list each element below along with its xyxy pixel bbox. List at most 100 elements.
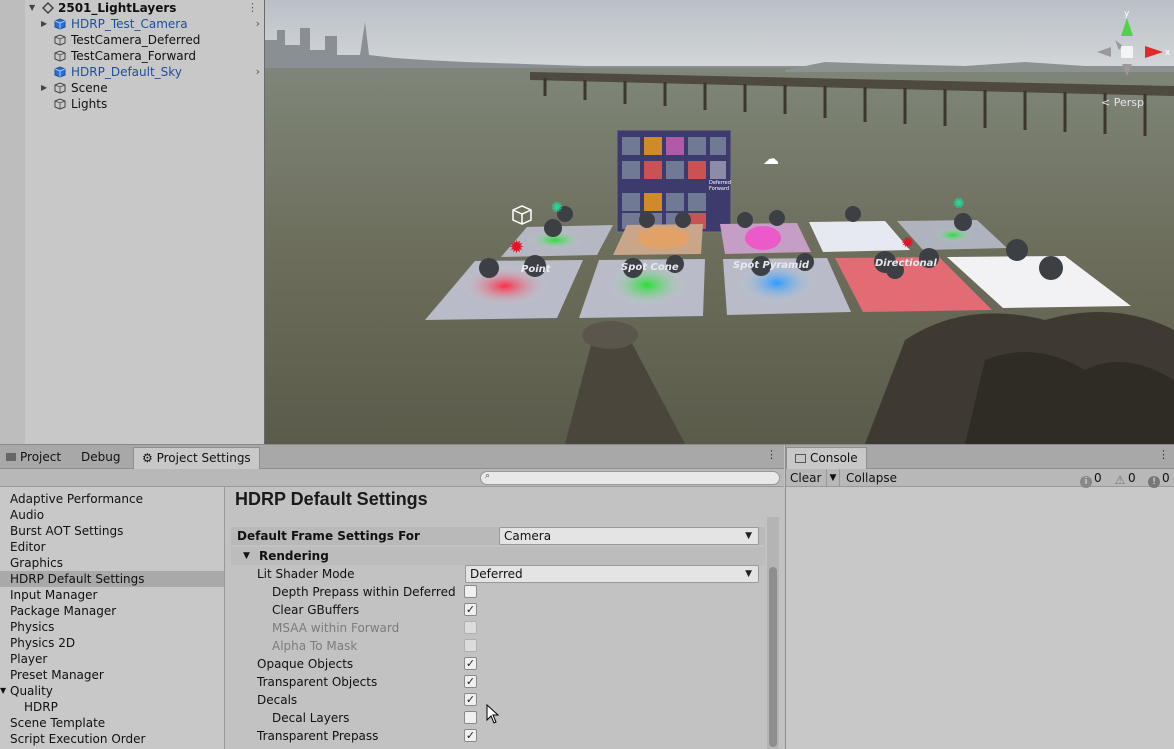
board-small-forward: Forward xyxy=(709,186,729,192)
option-checkbox[interactable] xyxy=(464,711,477,724)
tab-project[interactable]: Project xyxy=(0,447,69,469)
option-checkbox[interactable]: ✓ xyxy=(464,657,477,670)
option-label: Alpha To Mask xyxy=(272,639,358,653)
option-label: Decal Layers xyxy=(272,711,350,725)
settings-nav-item[interactable]: Physics xyxy=(0,619,224,635)
lit-shader-mode-dropdown[interactable]: Deferred ▼ xyxy=(465,565,759,583)
settings-nav-item[interactable]: Physics 2D xyxy=(0,635,224,651)
settings-nav-item[interactable]: Adaptive Performance xyxy=(0,491,224,507)
prefab-cube-icon xyxy=(54,18,66,30)
settings-search-row: ⌕ xyxy=(0,469,784,487)
gameobject-cube-icon xyxy=(54,98,66,110)
settings-nav-item[interactable]: Audio xyxy=(0,507,224,523)
lit-shader-mode-value: Deferred xyxy=(470,567,523,581)
folder-icon xyxy=(6,453,16,461)
option-checkbox[interactable] xyxy=(464,585,477,598)
hierarchy-item-label: TestCamera_Forward xyxy=(71,49,196,63)
settings-nav-label: Player xyxy=(10,652,48,666)
console-tabbar: Console ⋮ xyxy=(786,445,1174,469)
scene-header-row[interactable]: ▼ 2501_LightLayers ⋮ xyxy=(0,0,264,16)
option-checkbox[interactable]: ✓ xyxy=(464,603,477,616)
settings-nav-item[interactable]: Input Manager xyxy=(0,587,224,603)
clear-options-dropdown[interactable]: ▼ xyxy=(826,469,840,487)
warning-count: 0 xyxy=(1128,471,1136,485)
expand-arrow-icon[interactable]: ▶ xyxy=(41,16,47,32)
expand-arrow-icon[interactable]: ▶ xyxy=(41,80,47,96)
collapse-arrow-icon: ▼ xyxy=(243,551,250,561)
scene-viewport[interactable]: ✹ ✺ ✺ ✹ ☁ Point Spot Cone Spot Pyramid D… xyxy=(265,0,1174,444)
settings-nav-item[interactable]: Scene Template xyxy=(0,715,224,731)
unity-scene-icon xyxy=(42,2,54,14)
tab-debug[interactable]: Debug xyxy=(73,447,128,469)
settings-nav-label: Script Execution Order xyxy=(10,732,146,746)
board-label-spot-cone: Spot Cone xyxy=(621,262,679,273)
section-rendering[interactable]: ▼ Rendering xyxy=(231,547,765,565)
clear-button[interactable]: Clear xyxy=(790,469,821,487)
settings-nav-item[interactable]: HDRP Default Settings xyxy=(0,571,224,587)
hierarchy-item[interactable]: TestCamera_Forward xyxy=(25,48,264,64)
persp-label[interactable]: < Persp xyxy=(1101,96,1144,109)
settings-menu-icon[interactable]: ⋮ xyxy=(766,448,777,461)
hierarchy-item-label: HDRP_Test_Camera xyxy=(71,17,188,31)
svg-text:✹: ✹ xyxy=(901,233,914,252)
frame-settings-value: Camera xyxy=(504,529,552,543)
console-icon xyxy=(795,454,806,463)
expand-arrow-icon[interactable]: ▼ xyxy=(29,0,35,16)
settings-nav-item[interactable]: Graphics xyxy=(0,555,224,571)
settings-nav-label: HDRP xyxy=(24,700,58,714)
settings-tabbar: Project Debug ⚙ Project Settings ⋮ xyxy=(0,445,784,469)
settings-nav-label: Quality xyxy=(10,684,53,698)
scrollbar-thumb[interactable] xyxy=(769,567,777,747)
settings-nav-label: Graphics xyxy=(10,556,63,570)
settings-nav-item[interactable]: HDRP xyxy=(0,699,224,715)
warning-icon: ⚠ xyxy=(1114,473,1126,487)
hierarchy-item[interactable]: Lights xyxy=(25,96,264,112)
tab-project-settings[interactable]: ⚙ Project Settings xyxy=(133,447,260,469)
svg-text:✹: ✹ xyxy=(509,237,524,258)
hierarchy-item[interactable]: ▶ Scene xyxy=(25,80,264,96)
info-icon: i xyxy=(1080,476,1092,488)
frame-settings-label: Default Frame Settings For xyxy=(237,529,420,543)
hierarchy-item[interactable]: ▶ HDRP_Test_Camera › xyxy=(25,16,264,32)
chevron-right-icon[interactable]: › xyxy=(256,16,260,32)
warning-count-toggle[interactable]: ⚠ 0 xyxy=(1114,470,1136,486)
option-checkbox[interactable]: ✓ xyxy=(464,693,477,706)
settings-search-input[interactable]: ⌕ xyxy=(480,471,780,485)
option-label: Transparent Prepass xyxy=(257,729,379,743)
mouse-cursor-icon xyxy=(486,704,500,724)
frame-settings-dropdown[interactable]: Camera ▼ xyxy=(499,527,759,545)
console-menu-icon[interactable]: ⋮ xyxy=(1158,448,1169,461)
settings-nav-label: Adaptive Performance xyxy=(10,492,143,506)
hierarchy-item[interactable]: HDRP_Default_Sky › xyxy=(25,64,264,80)
svg-text:✺: ✺ xyxy=(953,196,965,212)
tab-debug-label: Debug xyxy=(81,450,121,464)
hierarchy-list: ▼ 2501_LightLayers ⋮ ▶ HDRP_Test_Camera › T… xyxy=(25,0,264,444)
settings-nav-item[interactable]: Player xyxy=(0,651,224,667)
settings-nav-item[interactable]: Editor xyxy=(0,539,224,555)
hierarchy-item[interactable]: TestCamera_Deferred xyxy=(25,32,264,48)
log-count-toggle[interactable]: i0 xyxy=(1080,470,1102,488)
tab-project-label: Project xyxy=(20,450,62,464)
chevron-right-icon[interactable]: › xyxy=(256,64,260,80)
option-label: Opaque Objects xyxy=(257,657,354,671)
console-toolbar: Clear ▼ Collapse i0 ⚠ 0 ! 0 xyxy=(786,469,1174,488)
hierarchy-panel: ▼ 2501_LightLayers ⋮ ▶ HDRP_Test_Camera › T… xyxy=(0,0,264,444)
scene-menu-icon[interactable]: ⋮ xyxy=(247,0,258,16)
settings-nav-item[interactable]: Script Execution Order xyxy=(0,731,224,747)
settings-nav-label: Burst AOT Settings xyxy=(10,524,124,538)
hierarchy-gutter xyxy=(0,0,25,444)
tab-console[interactable]: Console xyxy=(786,447,867,469)
section-rendering-label: Rendering xyxy=(259,549,329,563)
settings-nav-item[interactable]: Preset Manager xyxy=(0,667,224,683)
error-count-toggle[interactable]: ! 0 xyxy=(1148,470,1170,488)
gizmo-y-label: y xyxy=(1124,9,1130,19)
hierarchy-item-label: Scene xyxy=(71,81,108,95)
settings-nav-item[interactable]: Burst AOT Settings xyxy=(0,523,224,539)
board-label-spot-pyramid: Spot Pyramid xyxy=(733,260,810,271)
option-checkbox[interactable]: ✓ xyxy=(464,729,477,742)
settings-scrollbar[interactable] xyxy=(767,517,779,749)
collapse-button[interactable]: Collapse xyxy=(846,469,897,487)
settings-nav-item[interactable]: ▼ Quality xyxy=(0,683,224,699)
settings-nav-item[interactable]: Package Manager xyxy=(0,603,224,619)
option-checkbox[interactable]: ✓ xyxy=(464,675,477,688)
